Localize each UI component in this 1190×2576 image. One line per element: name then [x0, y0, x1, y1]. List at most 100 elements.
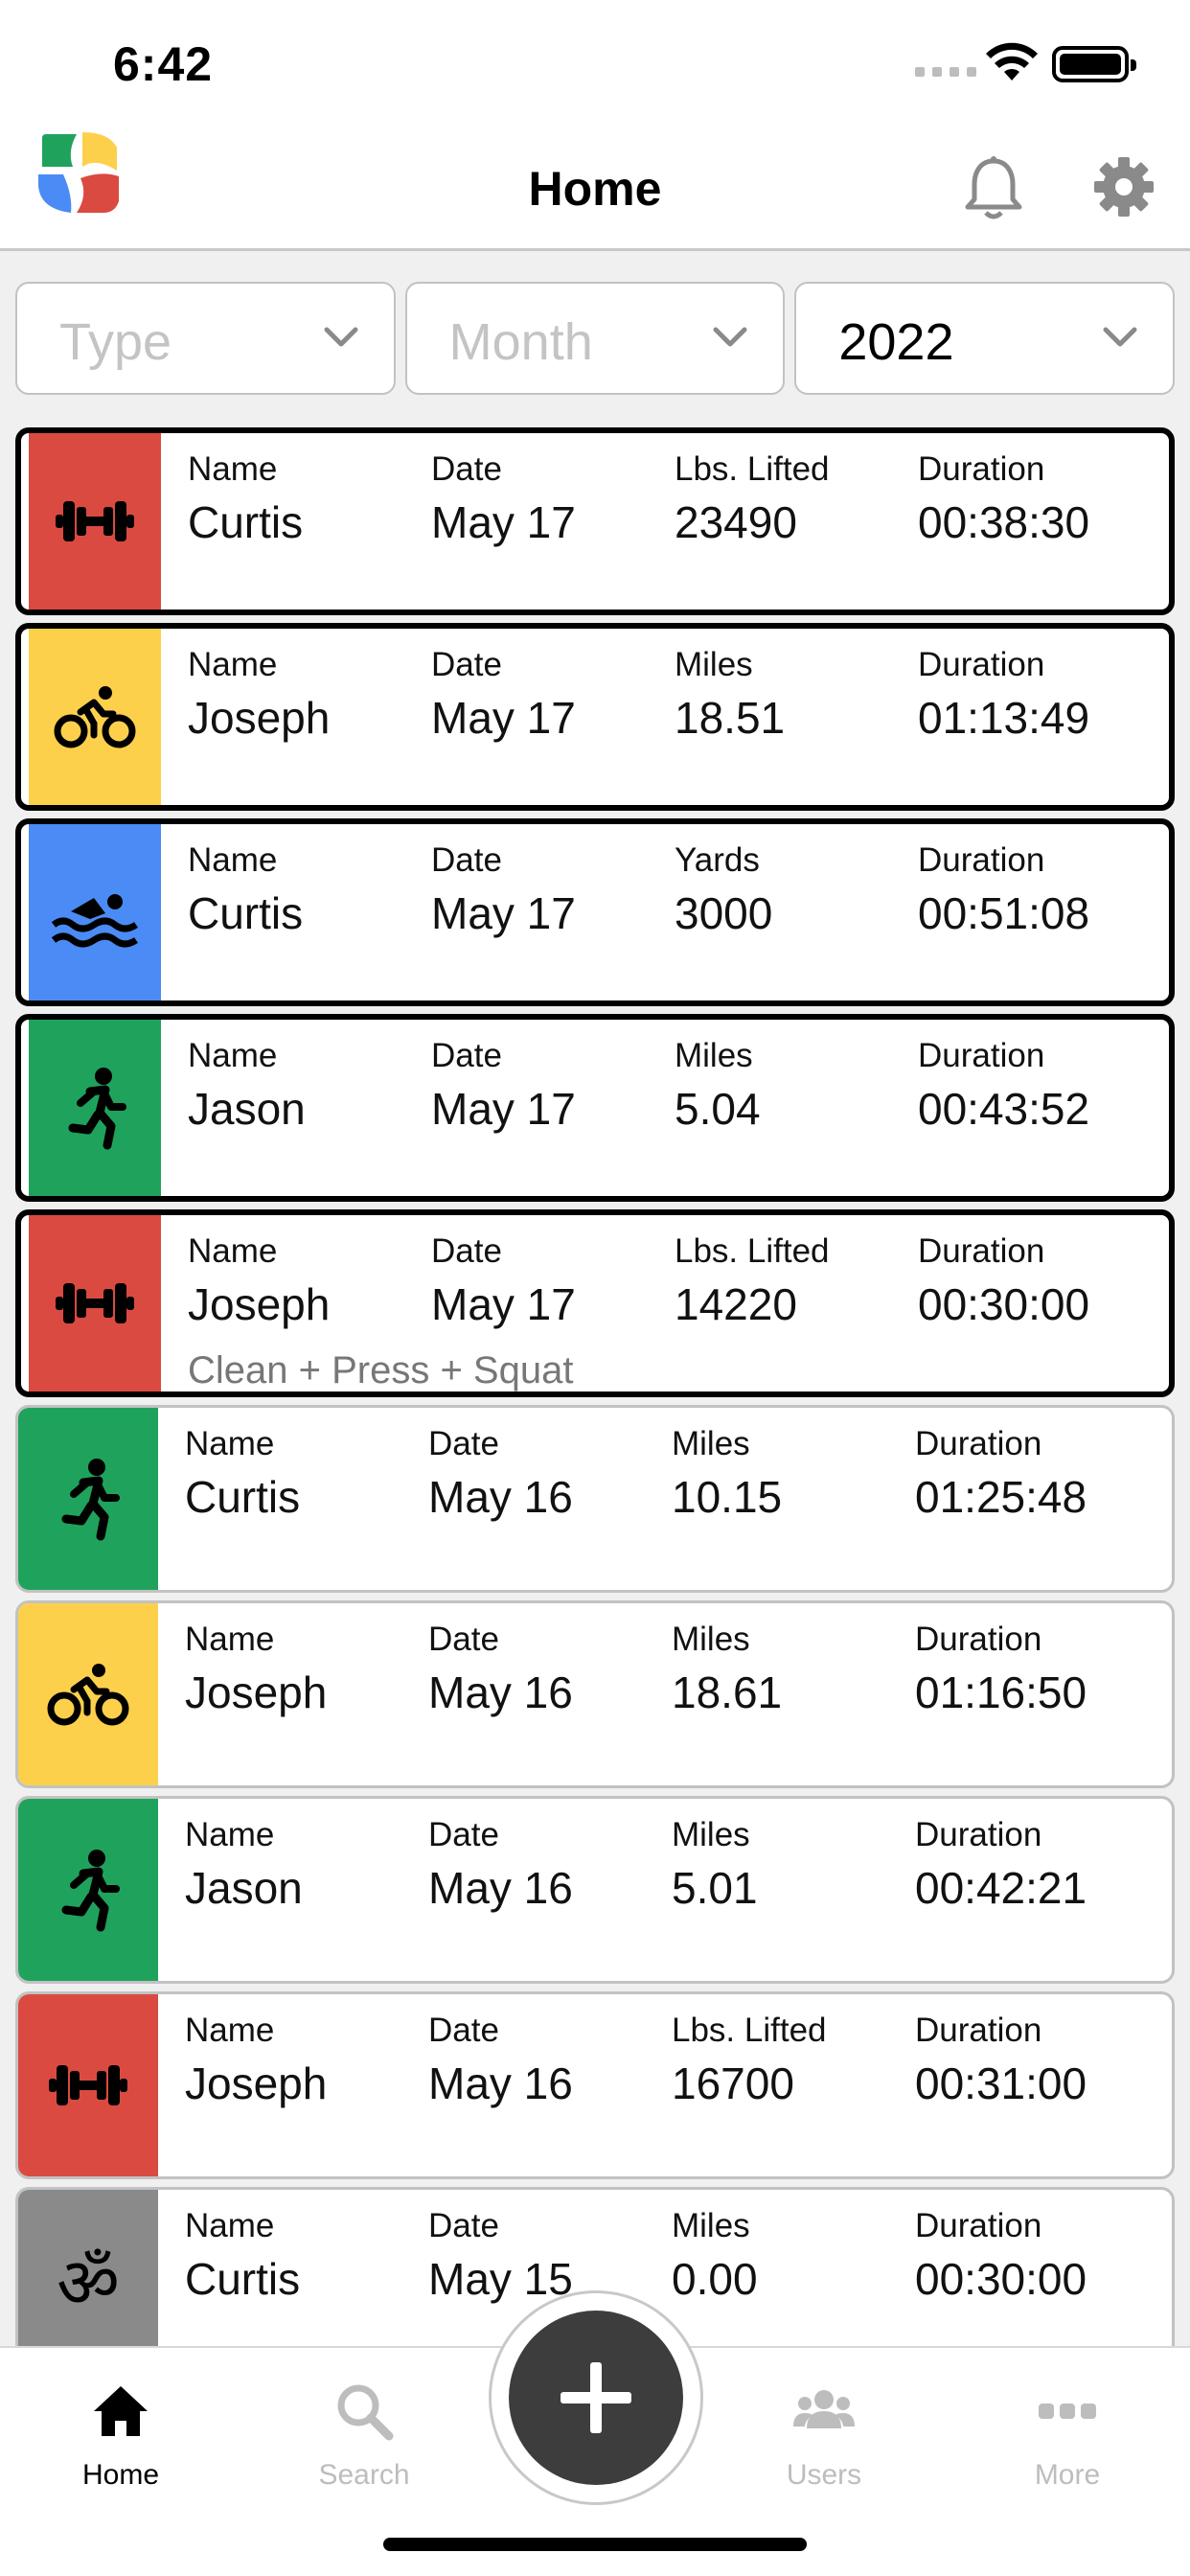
- metric-value: 0.00: [672, 2254, 758, 2304]
- activity-card[interactable]: Name Jason Date May 17 Miles 5.04 Duration 00:4…: [15, 1014, 1175, 1202]
- duration-field: Duration 00:42:21: [915, 1816, 1087, 1914]
- search-icon: [337, 2384, 394, 2441]
- date-label: Date: [431, 1232, 502, 1270]
- duration-field: Duration 00:30:00: [918, 1232, 1089, 1330]
- metric-field: Miles 5.01: [672, 1816, 758, 1914]
- name-field: Name Curtis: [185, 2207, 300, 2305]
- duration-label: Duration: [918, 1232, 1045, 1270]
- duration-label: Duration: [918, 646, 1045, 683]
- home-icon: [94, 2386, 148, 2436]
- duration-value: 01:16:50: [915, 1668, 1087, 1717]
- date-field: Date May 17: [431, 450, 576, 548]
- month-filter-select[interactable]: Month: [404, 282, 786, 395]
- home-indicator: [383, 2538, 807, 2551]
- year-filter-select[interactable]: 2022: [794, 282, 1176, 395]
- activity-card[interactable]: Name Curtis Date May 17 Lbs. Lifted 23490 Dura…: [15, 427, 1175, 615]
- date-value: May 15: [428, 2254, 573, 2304]
- type-filter-select[interactable]: Type: [15, 282, 396, 395]
- name-value: Jason: [185, 1863, 303, 1913]
- activity-type-strip: [29, 1020, 161, 1196]
- name-field: Name Jason: [185, 1816, 303, 1914]
- date-value: May 16: [428, 2058, 573, 2108]
- duration-value: 01:25:48: [915, 1472, 1087, 1522]
- runner-icon: [45, 1456, 131, 1542]
- date-field: Date May 16: [428, 1425, 573, 1523]
- tab-home[interactable]: Home: [34, 2380, 207, 2492]
- svg-text:ॐ: ॐ: [57, 2242, 120, 2323]
- activity-card[interactable]: Name Curtis Date May 16 Miles 10.15 Duration 01…: [15, 1405, 1175, 1593]
- activity-note: Clean + Press + Squat: [188, 1349, 574, 1392]
- duration-value: 01:13:49: [918, 693, 1090, 743]
- date-field: Date May 15: [428, 2207, 573, 2305]
- duration-label: Duration: [915, 1425, 1042, 1462]
- duration-field: Duration 00:30:00: [915, 2207, 1087, 2305]
- date-label: Date: [431, 1037, 502, 1074]
- date-value: May 17: [431, 1084, 576, 1134]
- tab-search[interactable]: Search: [278, 2380, 450, 2492]
- activity-type-strip: [18, 1408, 158, 1590]
- name-value: Joseph: [185, 2058, 328, 2108]
- activity-card[interactable]: Name Joseph Date May 17 Lbs. Lifted 14220 Dura…: [15, 1209, 1175, 1397]
- date-field: Date May 16: [428, 1621, 573, 1718]
- duration-value: 00:42:21: [915, 1863, 1087, 1913]
- metric-field: Miles 18.51: [675, 646, 785, 744]
- om-icon: ॐ: [45, 2238, 131, 2324]
- filter-value: Month: [448, 313, 593, 371]
- date-label: Date: [431, 450, 502, 488]
- date-value: May 17: [431, 888, 576, 938]
- duration-label: Duration: [915, 1621, 1042, 1658]
- name-field: Name Joseph: [185, 2012, 327, 2109]
- add-activity-button[interactable]: [509, 2311, 683, 2485]
- chevron-down-icon: [1103, 327, 1137, 347]
- metric-field: Lbs. Lifted 14220: [675, 1232, 830, 1330]
- date-value: May 16: [428, 1668, 573, 1717]
- name-field: Name Joseph: [188, 1232, 330, 1330]
- activity-type-strip: [29, 629, 161, 805]
- metric-label: Miles: [675, 646, 753, 683]
- date-label: Date: [428, 2207, 499, 2244]
- name-label: Name: [188, 450, 278, 488]
- date-label: Date: [431, 646, 502, 683]
- name-label: Name: [188, 1037, 278, 1074]
- name-field: Name Jason: [188, 1037, 306, 1135]
- activity-card[interactable]: Name Curtis Date May 17 Yards 3000 Duration 00:…: [15, 818, 1175, 1006]
- duration-field: Duration 01:13:49: [918, 646, 1089, 744]
- activity-type-strip: [29, 824, 161, 1000]
- filter-bar: Type Month 2022: [15, 282, 1176, 395]
- metric-value: 18.61: [672, 1668, 783, 1717]
- duration-field: Duration 01:16:50: [915, 1621, 1087, 1718]
- metric-label: Yards: [675, 841, 760, 879]
- metric-label: Miles: [675, 1037, 753, 1074]
- tab-label: Home: [81, 2459, 160, 2491]
- activity-card[interactable]: Name Joseph Date May 17 Miles 18.51 Duration 01…: [15, 623, 1175, 811]
- duration-label: Duration: [915, 2012, 1042, 2049]
- bell-icon[interactable]: [963, 155, 1024, 222]
- metric-label: Miles: [672, 2207, 750, 2244]
- metric-label: Lbs. Lifted: [675, 450, 830, 488]
- activity-card[interactable]: Name Joseph Date May 16 Lbs. Lifted 16700 Dura…: [15, 1991, 1175, 2179]
- metric-label: Lbs. Lifted: [675, 1232, 830, 1270]
- dumbbell-icon: [52, 1260, 138, 1346]
- date-field: Date May 17: [431, 1037, 576, 1135]
- name-label: Name: [188, 646, 278, 683]
- tab-label: More: [1034, 2459, 1101, 2491]
- duration-field: Duration 00:43:52: [918, 1037, 1089, 1135]
- tab-more[interactable]: More: [981, 2380, 1154, 2492]
- filter-value: 2022: [838, 313, 954, 371]
- duration-field: Duration 00:31:00: [915, 2012, 1087, 2109]
- activity-card[interactable]: Name Joseph Date May 16 Miles 18.61 Duration 01…: [15, 1600, 1175, 1788]
- activity-card[interactable]: Name Jason Date May 16 Miles 5.01 Duration 00:4…: [15, 1796, 1175, 1984]
- metric-field: Miles 5.04: [675, 1037, 761, 1135]
- tab-users[interactable]: Users: [738, 2380, 910, 2492]
- tab-bar: Home Search Users More: [0, 2290, 1190, 2576]
- duration-value: 00:30:00: [915, 2254, 1087, 2304]
- name-value: Curtis: [188, 888, 304, 938]
- duration-value: 00:43:52: [918, 1084, 1090, 1134]
- activity-type-strip: [18, 1994, 158, 2176]
- name-value: Joseph: [188, 1279, 331, 1329]
- duration-field: Duration 00:38:30: [918, 450, 1089, 548]
- activity-type-strip: [29, 433, 161, 610]
- metric-label: Miles: [672, 1425, 750, 1462]
- name-label: Name: [188, 841, 278, 879]
- gear-icon[interactable]: [1092, 155, 1156, 218]
